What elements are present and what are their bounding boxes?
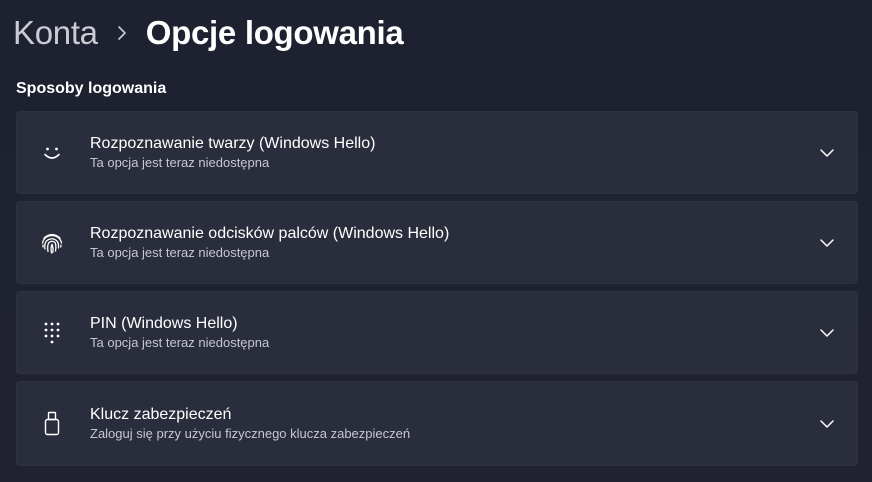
option-subtitle: Ta opcja jest teraz niedostępna xyxy=(90,244,270,260)
security-key-icon xyxy=(39,411,65,437)
option-title: Rozpoznawanie twarzy (Windows Hello) xyxy=(90,134,376,152)
chevron-down-icon[interactable] xyxy=(817,414,837,434)
security-key-option[interactable]: Klucz zabezpieczeń Zaloguj się przy użyc… xyxy=(16,381,858,466)
option-subtitle: Zaloguj się przy użyciu fizycznego klucz… xyxy=(90,425,411,441)
option-text: Rozpoznawanie twarzy (Windows Hello) Ta … xyxy=(90,134,375,172)
breadcrumb: Konta Opcje logowania xyxy=(13,10,404,56)
face-recognition-option[interactable]: Rozpoznawanie twarzy (Windows Hello) Ta … xyxy=(16,111,858,194)
option-text: Klucz zabezpieczeń Zaloguj się przy użyc… xyxy=(90,405,410,443)
sign-in-methods-list: Rozpoznawanie twarzy (Windows Hello) Ta … xyxy=(16,111,858,473)
chevron-down-icon[interactable] xyxy=(817,233,837,253)
breadcrumb-parent-link[interactable]: Konta xyxy=(13,14,98,52)
pin-keypad-icon xyxy=(39,320,65,346)
option-subtitle: Ta opcja jest teraz niedostępna xyxy=(90,154,270,170)
option-text: PIN (Windows Hello) Ta opcja jest teraz … xyxy=(90,314,269,352)
chevron-down-icon[interactable] xyxy=(817,143,837,163)
option-subtitle: Ta opcja jest teraz niedostępna xyxy=(90,334,270,350)
face-recognition-icon xyxy=(39,140,65,166)
pin-option[interactable]: PIN (Windows Hello) Ta opcja jest teraz … xyxy=(16,291,858,374)
option-title: Klucz zabezpieczeń xyxy=(90,405,232,423)
fingerprint-option[interactable]: Rozpoznawanie odcisków palców (Windows H… xyxy=(16,201,858,284)
chevron-down-icon[interactable] xyxy=(817,323,837,343)
option-text: Rozpoznawanie odcisków palców (Windows H… xyxy=(90,224,449,262)
option-title: Rozpoznawanie odcisków palców (Windows H… xyxy=(90,224,450,242)
fingerprint-icon xyxy=(39,230,65,256)
settings-page: Konta Opcje logowania Sposoby logowania … xyxy=(0,0,872,482)
chevron-right-icon xyxy=(108,25,136,41)
page-title: Opcje logowania xyxy=(145,14,404,51)
section-title: Sposoby logowania xyxy=(16,80,167,97)
option-title: PIN (Windows Hello) xyxy=(90,314,238,332)
